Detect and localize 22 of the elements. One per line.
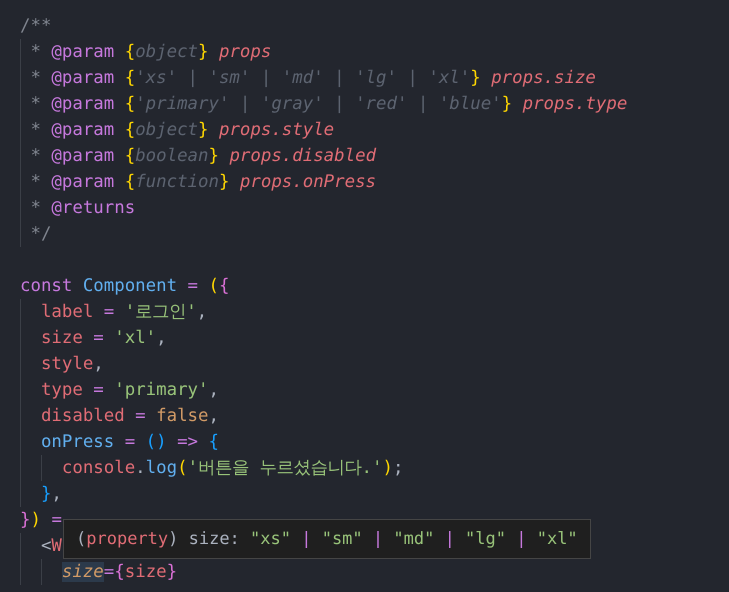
code-line: <W <box>40 536 62 556</box>
code-line: */ <box>29 224 52 244</box>
code-line: * @param {'xs' | 'sm' | 'md' | 'lg' | 'xl'} props.size <box>29 68 596 88</box>
code-line: * @returns <box>29 198 136 218</box>
code-line: }, <box>40 484 62 504</box>
code-line: /** <box>20 16 52 36</box>
code-line: disabled = false, <box>40 406 219 426</box>
code-line: }) = <box>20 510 62 530</box>
code-line: * @param {boolean} props.disabled <box>29 146 376 166</box>
code-line: console.log('버튼을 누르셨습니다.'); <box>60 458 404 478</box>
code-line: type = 'primary', <box>40 380 219 400</box>
code-line: * @param {object} props.style <box>29 120 334 140</box>
tooltip-text: (property) size: "xs" | "sm" | "md" | "lg" | "xl" <box>76 528 578 550</box>
code-line: style, <box>40 354 104 374</box>
code-line: * @param {'primary' | 'gray' | 'red' | 'blue'} props.type <box>29 94 628 114</box>
code-line: * @param {object} props <box>29 42 272 62</box>
code-line: label = '로그인', <box>40 302 208 322</box>
code-line: * @param {function} props.onPress <box>29 172 376 192</box>
code-line: const Component = ({ <box>20 276 230 296</box>
code-line: onPress = () => { <box>40 432 219 452</box>
code-line: size = 'xl', <box>40 328 167 348</box>
code-line: size={size} <box>60 562 178 582</box>
